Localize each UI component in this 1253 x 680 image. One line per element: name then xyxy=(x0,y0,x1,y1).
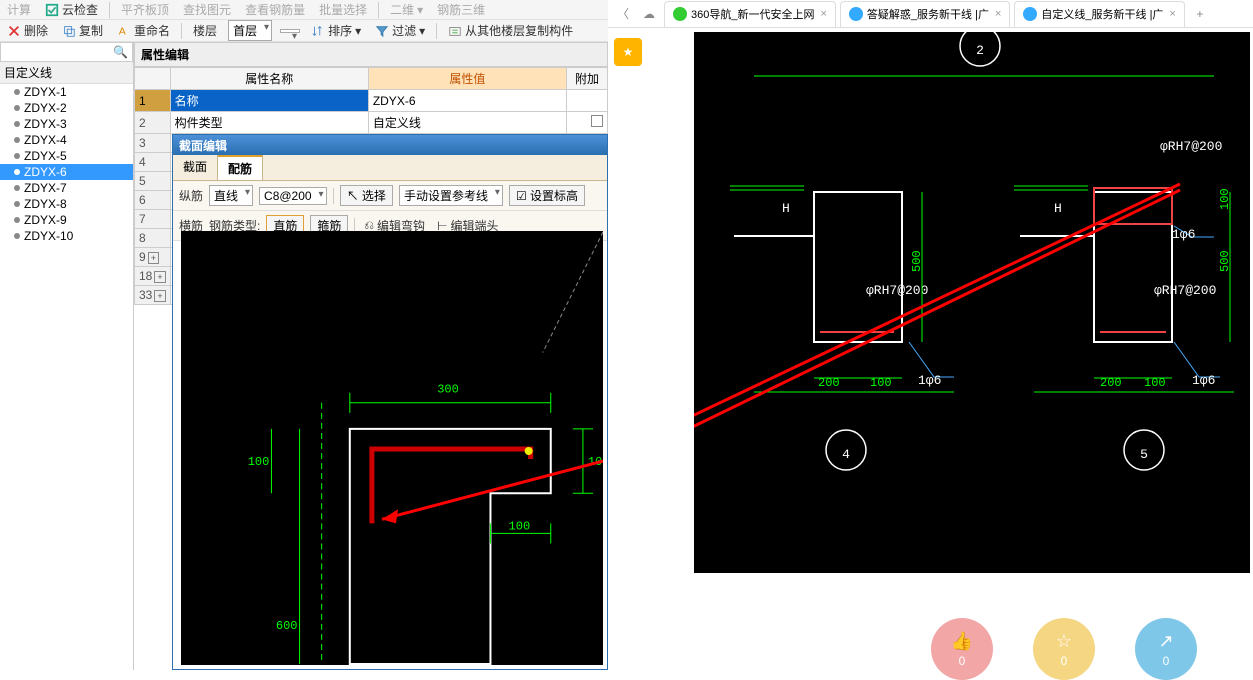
svg-text:φRH7@200: φRH7@200 xyxy=(1160,139,1222,154)
dialog-title: 截面编辑 xyxy=(173,135,607,155)
star-icon: ☆ xyxy=(1056,631,1072,652)
svg-text:1φ6: 1φ6 xyxy=(1172,227,1195,242)
close-icon[interactable]: × xyxy=(995,8,1001,20)
svg-text:200: 200 xyxy=(1100,376,1122,390)
tab-rebar[interactable]: 配筋 xyxy=(218,155,263,180)
section-canvas[interactable]: 300 100 100 100 600 xyxy=(181,231,603,665)
favorite-star[interactable]: ★ xyxy=(614,38,642,66)
thumbs-up-icon: 👍 xyxy=(951,631,973,652)
svg-text:100: 100 xyxy=(870,376,892,390)
svg-text:2: 2 xyxy=(976,43,984,58)
svg-text:φRH7@200: φRH7@200 xyxy=(1154,283,1216,298)
viewrebar-button[interactable]: 查看钢筋量 xyxy=(242,1,308,18)
browser-tab-3[interactable]: 自定义线_服务新干线 |广× xyxy=(1014,1,1184,27)
rename-button[interactable]: A重命名 xyxy=(114,22,173,39)
col-add: 附加 xyxy=(567,68,608,90)
tree-header: 目定义线 xyxy=(0,62,133,84)
svg-text:5: 5 xyxy=(1140,447,1148,462)
new-tab[interactable]: + xyxy=(1189,3,1211,25)
cloudcheck-button[interactable]: 云检查 xyxy=(42,1,101,18)
svg-text:1φ6: 1φ6 xyxy=(918,373,941,388)
unlock-button[interactable]: 平齐板顶 xyxy=(118,1,172,18)
share-button[interactable]: ↗0 xyxy=(1135,618,1197,680)
search-icon: 🔍 xyxy=(113,45,128,59)
property-row[interactable]: 2构件类型自定义线 xyxy=(135,112,608,134)
nav-back[interactable]: 〈 xyxy=(612,3,634,25)
dim-300: 300 xyxy=(437,383,459,397)
browser-tab-1[interactable]: 360导航_新一代安全上网× xyxy=(664,1,836,27)
svg-text:500: 500 xyxy=(1218,250,1232,272)
floor-label: 楼层 xyxy=(190,22,220,39)
svg-text:A: A xyxy=(119,25,126,37)
like-button[interactable]: 👍0 xyxy=(931,618,993,680)
share-icon: ↗ xyxy=(1158,631,1173,652)
svg-text:H: H xyxy=(1054,201,1062,216)
sort-button[interactable]: 排序 ▾ xyxy=(308,22,364,39)
tree-panel: 🔍 目定义线 ZDYX-1ZDYX-2ZDYX-3ZDYX-4ZDYX-5ZDY… xyxy=(0,42,134,670)
dim-100c: 100 xyxy=(509,519,531,533)
action-circles: 👍0 ☆0 ↗0 xyxy=(931,618,1197,680)
property-row[interactable]: 1名称ZDYX-6 xyxy=(135,90,608,112)
dialog-tabs: 截面 配筋 xyxy=(173,155,607,181)
batchsel-button[interactable]: 批量选择 xyxy=(316,1,370,18)
floor-subselect[interactable] xyxy=(280,29,300,33)
svg-text:500: 500 xyxy=(910,250,924,272)
nav-cloud[interactable]: ☁ xyxy=(638,3,660,25)
close-icon[interactable]: × xyxy=(820,8,826,20)
svg-text:φRH7@200: φRH7@200 xyxy=(866,283,928,298)
vbar-label: 纵筋 xyxy=(179,187,203,204)
dialog-toolbar-1: 纵筋 直线 C8@200 ↖ 选择 手动设置参考线 ☑ 设置标高 xyxy=(173,181,607,211)
browser-tab-2[interactable]: 答疑解惑_服务新干线 |广× xyxy=(840,1,1010,27)
svg-text:100: 100 xyxy=(1218,188,1232,210)
tree-item[interactable]: ZDYX-10 xyxy=(0,228,133,244)
tree-item[interactable]: ZDYX-5 xyxy=(0,148,133,164)
tree-item[interactable]: ZDYX-6 xyxy=(0,164,133,180)
tree-item[interactable]: ZDYX-1 xyxy=(0,84,133,100)
tree-item[interactable]: ZDYX-2 xyxy=(0,100,133,116)
svg-text:H: H xyxy=(782,201,790,216)
vbar-type-select[interactable]: 直线 xyxy=(209,185,253,206)
toolbar-row-2: 删除 复制 A重命名 楼层 首层 排序 ▾ 过滤 ▾ 从其他楼层复制构件 xyxy=(0,20,608,42)
refline-select[interactable]: 手动设置参考线 xyxy=(399,185,503,206)
dim-600: 600 xyxy=(276,619,298,633)
right-panel: 〈 ☁ 360导航_新一代安全上网× 答疑解惑_服务新干线 |广× 自定义线_服… xyxy=(608,0,1253,670)
filter-button[interactable]: 过滤 ▾ xyxy=(372,22,428,39)
tree-item[interactable]: ZDYX-7 xyxy=(0,180,133,196)
detail-4: H 1φ6 φRH7@200 500 200 100 xyxy=(730,186,954,392)
tree-item[interactable]: ZDYX-9 xyxy=(0,212,133,228)
section-editor-dialog: 截面编辑 截面 配筋 纵筋 直线 C8@200 ↖ 选择 手动设置参考线 ☑ 设… xyxy=(172,134,608,670)
col-value: 属性值 xyxy=(368,68,566,90)
browser-tab-bar: 〈 ☁ 360导航_新一代安全上网× 答疑解惑_服务新干线 |广× 自定义线_服… xyxy=(608,0,1253,28)
findimg-button[interactable]: 查找图元 xyxy=(180,1,234,18)
setelev-button[interactable]: ☑ 设置标高 xyxy=(509,185,585,206)
toolbar-row-1: 计算 云检查 平齐板顶 查找图元 查看钢筋量 批量选择 二维 ▾ 钢筋三维 xyxy=(0,0,608,20)
dim-100a: 100 xyxy=(248,455,270,469)
close-icon[interactable]: × xyxy=(1169,8,1175,20)
tree-item[interactable]: ZDYX-3 xyxy=(0,116,133,132)
col-name: 属性名称 xyxy=(170,68,368,90)
tree-item[interactable]: ZDYX-4 xyxy=(0,132,133,148)
svg-text:1φ6: 1φ6 xyxy=(1192,373,1215,388)
tree-item[interactable]: ZDYX-8 xyxy=(0,196,133,212)
svg-text:4: 4 xyxy=(842,447,850,462)
svg-text:200: 200 xyxy=(818,376,840,390)
calc-button[interactable]: 计算 xyxy=(4,1,34,18)
svg-text:100: 100 xyxy=(1144,376,1166,390)
tree-search[interactable]: 🔍 xyxy=(0,42,133,62)
floor-select[interactable]: 首层 xyxy=(228,20,272,41)
rebar3d-button[interactable]: 钢筋三维 xyxy=(434,1,488,18)
vbar-spec-select[interactable]: C8@200 xyxy=(259,187,327,205)
view3d-button[interactable]: 二维 ▾ xyxy=(387,1,426,18)
favorite-button[interactable]: ☆0 xyxy=(1033,618,1095,680)
property-title: 属性编辑 xyxy=(134,42,608,67)
copyfrom-button[interactable]: 从其他楼层复制构件 xyxy=(445,22,576,39)
delete-button[interactable]: 删除 xyxy=(4,22,51,39)
copy-button[interactable]: 复制 xyxy=(59,22,106,39)
cad-viewport[interactable]: 2 4 5 φRH7@200 H 1φ6 φRH7@200 xyxy=(694,32,1250,573)
tab-section[interactable]: 截面 xyxy=(173,155,218,180)
select-button[interactable]: ↖ 选择 xyxy=(340,185,393,206)
